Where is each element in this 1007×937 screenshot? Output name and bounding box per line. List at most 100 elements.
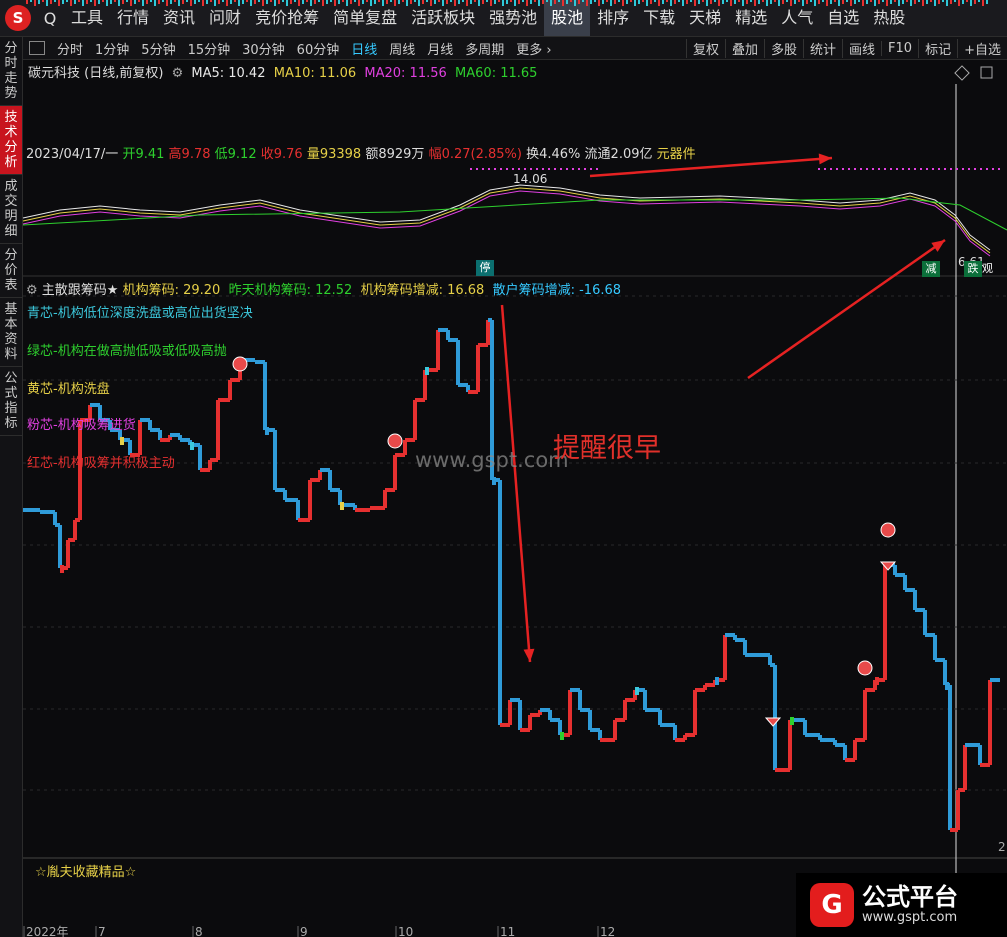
reduce-tag: 减 (922, 261, 940, 277)
gspt-logo-icon: G (810, 883, 854, 927)
signal-dot (566, 168, 568, 170)
info-open: 开9.41 (122, 147, 165, 162)
toolbar-button-0[interactable]: 复权 (685, 38, 725, 58)
period-item-4[interactable]: 30分钟 (236, 39, 291, 58)
signal-dot (854, 168, 856, 170)
indicator-core-mark (120, 437, 124, 445)
x-label-4: 10 (398, 925, 413, 937)
signal-dot (482, 168, 484, 170)
signal-dot (980, 168, 982, 170)
menu-item-0[interactable]: 工具 (64, 0, 110, 36)
sidebar-item-5[interactable]: 公式指标 (0, 367, 22, 436)
signal-dot (872, 168, 874, 170)
menu-item-12[interactable]: 精选 (728, 0, 774, 36)
menu-item-11[interactable]: 天梯 (682, 0, 728, 36)
info-amount: 额8929万 (365, 147, 425, 162)
lower-indicator-panel (23, 318, 1000, 832)
toolbar-button-4[interactable]: 画线 (842, 38, 881, 58)
period-item-7[interactable]: 周线 (383, 39, 421, 58)
signal-dot (878, 168, 880, 170)
signal-dot (944, 168, 946, 170)
period-item-1[interactable]: 1分钟 (89, 39, 135, 58)
ma10-line (22, 187, 991, 254)
period-item-5[interactable]: 60分钟 (291, 39, 346, 58)
signal-dot (500, 168, 502, 170)
signal-dot (494, 168, 496, 170)
period-item-8[interactable]: 月线 (421, 39, 459, 58)
indicator-settings-icon[interactable]: ⚙ (26, 283, 38, 298)
period-item-10[interactable]: 更多 › (510, 39, 557, 58)
x-label-6: 12 (600, 925, 615, 937)
toolbar-button-3[interactable]: 统计 (803, 38, 842, 58)
menu-item-9[interactable]: 排序 (590, 0, 636, 36)
signal-dot (590, 168, 592, 170)
sidebar-item-1[interactable]: 技术分析 (0, 106, 22, 175)
sidebar-item-0[interactable]: 分时走势 (0, 37, 22, 106)
indicator-core-mark (560, 732, 564, 740)
menu-item-1[interactable]: 行情 (110, 0, 156, 36)
period-item-0[interactable]: 分时 (51, 39, 89, 58)
menu-item-14[interactable]: 自选 (820, 0, 866, 36)
period-item-3[interactable]: 15分钟 (182, 39, 237, 58)
toolbar-button-1[interactable]: 叠加 (724, 38, 764, 58)
toolbar-button-7[interactable]: +自选 (957, 38, 1007, 58)
period-item-6[interactable]: 日线 (345, 39, 383, 58)
sidebar-item-2[interactable]: 成交明细 (0, 175, 22, 244)
signal-dot (848, 168, 850, 170)
signal-dot (974, 168, 976, 170)
menu-item-2[interactable]: 资讯 (156, 0, 202, 36)
annotation-arrows (500, 153, 946, 663)
indicator-title[interactable]: 主散跟筹码★ (42, 283, 119, 298)
signal-dot (998, 168, 1000, 170)
menu-item-15[interactable]: 热股 (866, 0, 912, 36)
signal-ball-icon (232, 356, 248, 372)
search-icon[interactable]: Q (36, 9, 64, 28)
top-menu-bar: S Q 工具 行情 资讯 问财 竞价抢筹 简单复盘 活跃板块 强势池 股池 排序 下载 天梯 精选 人气自… (0, 0, 1007, 37)
inst-chip-delta: 机构筹码增减: 16.68 (360, 283, 485, 298)
signal-dot (914, 168, 916, 170)
menu-item-4[interactable]: 竞价抢筹 (248, 0, 326, 36)
app-logo[interactable]: S (0, 0, 36, 36)
info-sector[interactable]: 元器件 (657, 147, 696, 162)
badge-url: www.gspt.com (862, 910, 958, 925)
layout-toggle-icon[interactable] (29, 41, 45, 55)
legend-item-2: 黄芯-机构洗盘 (27, 382, 110, 397)
indicator-grid (23, 295, 1007, 791)
toolbar-button-2[interactable]: 多股 (764, 38, 803, 58)
retail-chip-delta: 散户筹码增减: -16.68 (492, 283, 622, 298)
stop-tag: 停 (476, 260, 494, 276)
period-item-9[interactable]: 多周期 (459, 39, 510, 58)
signal-dot (572, 168, 574, 170)
signal-dot (902, 168, 904, 170)
menu-item-7[interactable]: 强势池 (482, 0, 544, 36)
x-label-2: 8 (195, 925, 203, 937)
signal-dot (860, 168, 862, 170)
menu-item-5[interactable]: 简单复盘 (326, 0, 404, 36)
period-item-2[interactable]: 5分钟 (135, 39, 181, 58)
info-close: 收9.76 (260, 147, 303, 162)
menu-item-13[interactable]: 人气 (774, 0, 820, 36)
info-date: 2023/04/17/一 (26, 147, 119, 162)
arrow-down-head (523, 648, 535, 662)
toolbar-button-6[interactable]: 标记 (918, 38, 957, 58)
right-axis-hint: 2 (998, 840, 1006, 854)
indicator-core-mark (492, 477, 496, 485)
signal-dot (476, 168, 478, 170)
peak-price-label: 14.06 (513, 172, 547, 186)
toolbar-button-5[interactable]: F10 (881, 40, 918, 56)
watermark: www.gspt.com (415, 448, 569, 472)
arrow-down (500, 304, 532, 663)
ma5-line (22, 184, 991, 251)
indicator-core-mark (60, 565, 64, 573)
menu-item-3[interactable]: 问财 (202, 0, 248, 36)
menu-item-6[interactable]: 活跃板块 (404, 0, 482, 36)
sidebar-item-3[interactable]: 分价表 (0, 244, 22, 298)
menu-item-10[interactable]: 下载 (636, 0, 682, 36)
signal-dot (524, 168, 526, 170)
signal-dot (560, 168, 562, 170)
sidebar-item-4[interactable]: 基本资料 (0, 298, 22, 367)
indicator-core-mark (265, 427, 269, 435)
settings-gear-icon[interactable]: ⚙ (172, 66, 184, 81)
menu-item-8[interactable]: 股池 (544, 0, 591, 36)
left-sidebar: 分时走势 技术分析 成交明细 分价表 基本资料 公式指标 (0, 37, 23, 937)
